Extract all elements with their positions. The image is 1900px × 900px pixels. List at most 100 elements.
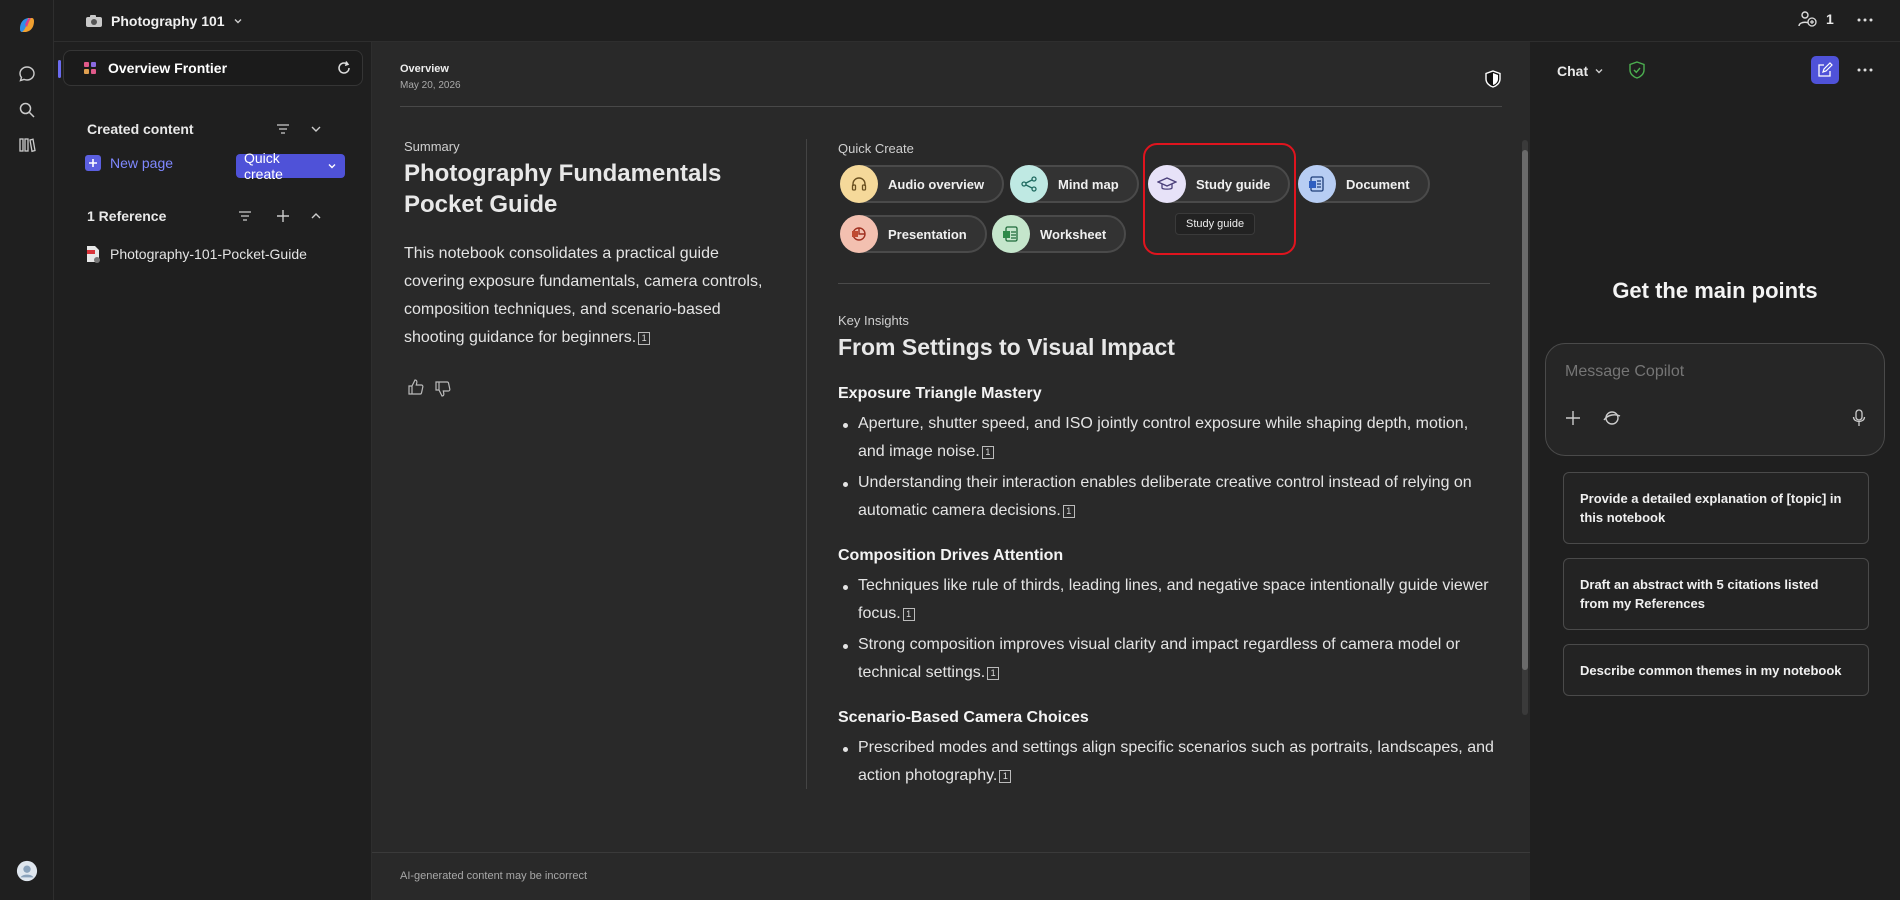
bullet-dot xyxy=(843,482,848,487)
footer-divider xyxy=(372,852,1530,853)
more-options-icon[interactable] xyxy=(1855,10,1875,30)
insight-bullet: Understanding their interaction enables … xyxy=(858,469,1472,525)
bullet-line: and image noise. xyxy=(858,443,980,460)
chevron-down-icon xyxy=(233,16,243,26)
protected-shield-icon[interactable] xyxy=(1629,61,1645,79)
bullet-line: Aperture, shutter speed, and ISO jointly… xyxy=(858,415,1469,432)
suggestion-card[interactable]: Describe common themes in my notebook xyxy=(1563,644,1869,696)
insight-heading: Composition Drives Attention xyxy=(838,547,1064,564)
quick-create-heading: Quick Create xyxy=(838,141,914,156)
active-indicator xyxy=(58,60,61,78)
notebook-switcher[interactable]: Photography 101 xyxy=(85,9,243,33)
suggestion-line: this notebook xyxy=(1580,510,1666,525)
mind-map-chip[interactable]: Mind map xyxy=(1010,165,1139,203)
bullet-line: automatic camera decisions. xyxy=(858,502,1061,519)
citation-badge[interactable]: 1 xyxy=(1062,505,1075,518)
quick-create-button[interactable]: Quick create xyxy=(236,150,345,182)
add-reference-icon[interactable] xyxy=(272,205,294,227)
headphones-icon xyxy=(840,165,878,203)
insights-eyebrow: Key Insights xyxy=(838,313,909,328)
audio-overview-chip[interactable]: Audio overview xyxy=(840,165,1005,203)
scrollbar-track[interactable] xyxy=(1522,140,1528,715)
shield-icon[interactable] xyxy=(1485,70,1501,88)
chip-label: Document xyxy=(1346,176,1410,192)
thumbs-down-icon[interactable] xyxy=(434,380,452,398)
mind-map-icon xyxy=(1010,165,1048,203)
chat-icon[interactable] xyxy=(16,63,38,85)
reference-item[interactable]: Photography-101-Pocket-Guide xyxy=(86,245,307,263)
library-icon[interactable] xyxy=(16,134,38,156)
new-chat-button[interactable] xyxy=(1811,56,1839,84)
avatar[interactable] xyxy=(16,860,38,882)
bullet-line: Prescribed modes and settings align spec… xyxy=(858,739,1494,756)
top-bar: Photography 101 1 xyxy=(0,0,1900,42)
copilot-logo-icon[interactable] xyxy=(16,14,38,36)
summary-title: Photography Fundamentals Pocket Guide xyxy=(404,160,722,218)
sidebar: Overview Frontier Created content New pa… xyxy=(55,42,372,900)
insight-bullet: Techniques like rule of thirds, leading … xyxy=(858,572,1489,628)
pdf-file-icon xyxy=(86,245,100,263)
insight-bullet: Prescribed modes and settings align spec… xyxy=(858,734,1494,790)
suggestion-card[interactable]: Provide a detailed explanation of [topic… xyxy=(1563,472,1869,544)
chip-label: Mind map xyxy=(1058,176,1119,192)
presentation-chip[interactable]: Presentation xyxy=(840,215,987,253)
bullet-dot xyxy=(843,423,848,428)
add-attachment-icon[interactable] xyxy=(1565,410,1581,426)
search-icon[interactable] xyxy=(16,99,38,121)
document-chip[interactable]: Document xyxy=(1298,165,1430,203)
share-count: 1 xyxy=(1826,11,1834,27)
citation-badge[interactable]: 1 xyxy=(902,608,915,621)
more-options-icon[interactable] xyxy=(1855,60,1875,80)
suggestion-line: Draft an abstract with 5 citations liste… xyxy=(1580,577,1819,592)
refresh-icon[interactable] xyxy=(336,60,352,76)
share-button[interactable]: 1 xyxy=(1798,10,1834,28)
camera-icon xyxy=(85,14,103,28)
sidebar-item-label: Overview Frontier xyxy=(108,60,228,76)
references-heading: 1 Reference xyxy=(87,208,167,224)
bullet-dot xyxy=(843,644,848,649)
document-icon xyxy=(1298,165,1336,203)
chat-panel: Chat Get the main points xyxy=(1530,42,1900,900)
filter-icon[interactable] xyxy=(234,205,256,227)
filter-icon[interactable] xyxy=(272,118,294,140)
notebook-title: Photography 101 xyxy=(111,13,225,29)
scope-icon[interactable] xyxy=(1602,409,1622,427)
ai-disclaimer: AI-generated content may be incorrect xyxy=(400,870,588,882)
chat-mode-dropdown[interactable]: Chat xyxy=(1557,63,1604,79)
new-page-button[interactable]: New page xyxy=(85,155,173,171)
suggestion-text: Describe common themes in my notebook xyxy=(1580,662,1842,678)
summary-eyebrow: Summary xyxy=(404,139,460,154)
chevron-down-icon xyxy=(327,161,337,171)
compose-icon xyxy=(1817,62,1833,78)
bullet-dot xyxy=(843,585,848,590)
citation-badge[interactable]: 1 xyxy=(987,667,1000,680)
message-input[interactable] xyxy=(1565,360,1855,384)
chip-label: Presentation xyxy=(888,226,967,242)
quick-create-label: Quick create xyxy=(244,150,283,182)
sidebar-item-overview[interactable]: Overview Frontier xyxy=(58,50,363,86)
insight-bullet: Aperture, shutter speed, and ISO jointly… xyxy=(858,410,1468,466)
worksheet-chip[interactable]: Worksheet xyxy=(992,215,1127,253)
summary-body: This notebook consolidates a practical g… xyxy=(404,240,774,352)
scrollbar-thumb[interactable] xyxy=(1522,150,1528,670)
citation-badge[interactable]: 1 xyxy=(981,446,994,459)
suggestion-line: Provide a detailed explanation of [topic… xyxy=(1580,491,1842,506)
insight-heading: Exposure Triangle Mastery xyxy=(838,385,1042,402)
column-divider xyxy=(806,139,807,789)
created-content-heading: Created content xyxy=(87,121,194,137)
left-rail xyxy=(0,0,54,900)
microphone-icon[interactable] xyxy=(1852,409,1866,427)
thumbs-up-icon[interactable] xyxy=(407,378,425,396)
chevron-down-icon[interactable] xyxy=(305,118,327,140)
highlight-box xyxy=(1143,143,1296,255)
citation-badge[interactable]: 1 xyxy=(638,332,651,345)
page-date: May 20, 2026 xyxy=(400,80,461,91)
new-page-label: New page xyxy=(110,155,174,171)
suggestion-card[interactable]: Draft an abstract with 5 citations liste… xyxy=(1563,558,1869,630)
bullet-line: Understanding their interaction enables … xyxy=(858,474,1472,491)
citation-badge[interactable]: 1 xyxy=(999,770,1012,783)
chevron-up-icon[interactable] xyxy=(305,205,327,227)
summary-text: This notebook consolidates a practical g… xyxy=(404,245,763,346)
bullet-line: focus. xyxy=(858,605,901,622)
message-composer[interactable] xyxy=(1545,343,1885,456)
